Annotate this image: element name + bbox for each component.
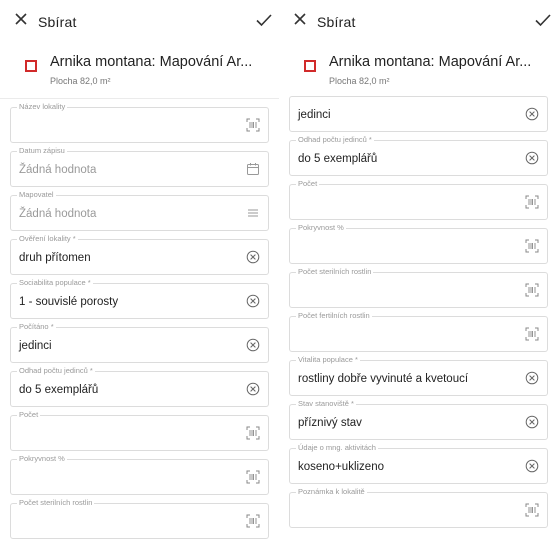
clear-icon[interactable] bbox=[525, 371, 539, 385]
page-title: Sbírat bbox=[317, 14, 356, 30]
form-field[interactable]: Datum zápisu Žádná hodnota bbox=[10, 146, 269, 187]
form-field[interactable]: Pokryvnost % bbox=[289, 223, 548, 264]
form-field[interactable]: Údaje o mng. aktivitách koseno+uklizeno bbox=[289, 443, 548, 484]
field-label: Pokryvnost % bbox=[17, 454, 67, 464]
form-panel-left: Sbírat Arnika montana: Mapování Ar... Pl… bbox=[0, 0, 279, 547]
field-label: Datum zápisu bbox=[17, 146, 67, 156]
close-icon[interactable] bbox=[291, 10, 309, 28]
form-field[interactable]: Odhad počtu jedinců * do 5 exemplářů bbox=[289, 135, 548, 176]
form-field[interactable]: Počítáno * jedinci bbox=[10, 322, 269, 363]
scan-icon[interactable] bbox=[246, 470, 260, 484]
close-icon[interactable] bbox=[12, 10, 30, 28]
field-label: Mapovatel bbox=[17, 190, 56, 200]
field-value[interactable]: Žádná hodnota bbox=[19, 164, 96, 176]
confirm-check-icon[interactable] bbox=[255, 12, 273, 28]
field-label: Odhad počtu jedinců * bbox=[296, 135, 374, 145]
form-field[interactable]: Ověření lokality * druh přítomen bbox=[10, 234, 269, 275]
project-name: Arnika montana: Mapování Ar... bbox=[50, 54, 253, 70]
form-panel-right: Sbírat Arnika montana: Mapování Ar... Pl… bbox=[279, 0, 558, 547]
form-field[interactable]: Počet sterilních rostlin bbox=[289, 267, 548, 308]
field-label: Počítáno * bbox=[17, 322, 56, 332]
field-label: Stav stanoviště * bbox=[296, 399, 356, 409]
field-label: Počet bbox=[296, 179, 320, 189]
form-field[interactable]: Pokryvnost % bbox=[10, 454, 269, 495]
divider bbox=[0, 98, 279, 99]
field-label: Název lokality bbox=[17, 102, 68, 112]
field-label: Odhad počtu jedinců * bbox=[17, 366, 95, 376]
field-label: Poznámka k lokalitě bbox=[296, 487, 367, 497]
page-title: Sbírat bbox=[38, 14, 77, 30]
field-value[interactable]: jedinci bbox=[19, 340, 52, 352]
confirm-check-icon[interactable] bbox=[534, 12, 552, 28]
field-value[interactable]: Žádná hodnota bbox=[19, 208, 96, 220]
project-area: Plocha 82,0 m² bbox=[329, 76, 390, 86]
top-bar: Sbírat bbox=[279, 0, 558, 44]
clear-icon[interactable] bbox=[525, 151, 539, 165]
clear-icon[interactable] bbox=[525, 459, 539, 473]
field-label: Vitalita populace * bbox=[296, 355, 360, 365]
field-value[interactable]: do 5 exemplářů bbox=[19, 384, 98, 396]
scan-icon[interactable] bbox=[246, 426, 260, 440]
form-field[interactable]: Vitalita populace * rostliny dobře vyvinu… bbox=[289, 355, 548, 396]
scan-icon[interactable] bbox=[525, 239, 539, 253]
field-label: Sociabilita populace * bbox=[17, 278, 93, 288]
field-value[interactable]: 1 - souvislé porosty bbox=[19, 296, 118, 308]
clear-icon[interactable] bbox=[525, 415, 539, 429]
project-area: Plocha 82,0 m² bbox=[50, 76, 111, 86]
field-label: Ověření lokality * bbox=[17, 234, 78, 244]
form-field[interactable]: Sociabilita populace * 1 - souvislé poros… bbox=[10, 278, 269, 319]
scan-icon[interactable] bbox=[525, 503, 539, 517]
form-field[interactable]: Počet sterilních rostlin bbox=[10, 498, 269, 539]
field-label: Počet bbox=[17, 410, 41, 420]
field-label: Počet sterilních rostlin bbox=[17, 498, 95, 508]
scan-icon[interactable] bbox=[246, 118, 260, 132]
field-label: Pokryvnost % bbox=[296, 223, 346, 233]
field-value[interactable]: rostliny dobře vyvinuté a kvetoucí bbox=[298, 373, 468, 385]
clear-icon[interactable] bbox=[246, 250, 260, 264]
project-header: Arnika montana: Mapování Ar... Plocha 82… bbox=[0, 50, 279, 94]
project-name: Arnika montana: Mapování Ar... bbox=[329, 54, 532, 70]
project-square-icon bbox=[304, 60, 316, 72]
clear-icon[interactable] bbox=[525, 107, 539, 121]
field-label: Počet sterilních rostlin bbox=[296, 267, 374, 277]
project-header: Arnika montana: Mapování Ar... Plocha 82… bbox=[279, 50, 558, 94]
field-value[interactable]: do 5 exemplářů bbox=[298, 153, 377, 165]
field-value[interactable]: jedinci bbox=[298, 109, 331, 121]
form-field[interactable]: Odhad počtu jedinců * do 5 exemplářů bbox=[10, 366, 269, 407]
list-icon[interactable] bbox=[246, 206, 260, 220]
scan-icon[interactable] bbox=[246, 514, 260, 528]
clear-icon[interactable] bbox=[246, 382, 260, 396]
field-list: Název lokality Datum zápisu Žádná hodnota M… bbox=[0, 100, 279, 547]
form-field[interactable]: Počet bbox=[10, 410, 269, 451]
clear-icon[interactable] bbox=[246, 338, 260, 352]
form-field[interactable]: Mapovatel Žádná hodnota bbox=[10, 190, 269, 231]
scan-icon[interactable] bbox=[525, 283, 539, 297]
clear-icon[interactable] bbox=[246, 294, 260, 308]
form-field[interactable]: Název lokality bbox=[10, 102, 269, 143]
form-field[interactable]: Stav stanoviště * příznivý stav bbox=[289, 399, 548, 440]
form-field[interactable]: Poznámka k lokalitě bbox=[289, 487, 548, 528]
scan-icon[interactable] bbox=[525, 195, 539, 209]
top-bar: Sbírat bbox=[0, 0, 279, 44]
calendar-icon[interactable] bbox=[246, 162, 260, 176]
form-field[interactable]: jedinci bbox=[289, 96, 548, 132]
field-label: Údaje o mng. aktivitách bbox=[296, 443, 378, 453]
field-label: Počet fertilních rostlin bbox=[296, 311, 372, 321]
field-value[interactable]: koseno+uklizeno bbox=[298, 461, 384, 473]
field-value[interactable]: příznivý stav bbox=[298, 417, 362, 429]
field-list: jedinci Odhad počtu jedinců * do 5 exemplá… bbox=[279, 95, 558, 547]
project-square-icon bbox=[25, 60, 37, 72]
form-field[interactable]: Počet bbox=[289, 179, 548, 220]
form-field[interactable]: Počet fertilních rostlin bbox=[289, 311, 548, 352]
field-value[interactable]: druh přítomen bbox=[19, 252, 91, 264]
scan-icon[interactable] bbox=[525, 327, 539, 341]
